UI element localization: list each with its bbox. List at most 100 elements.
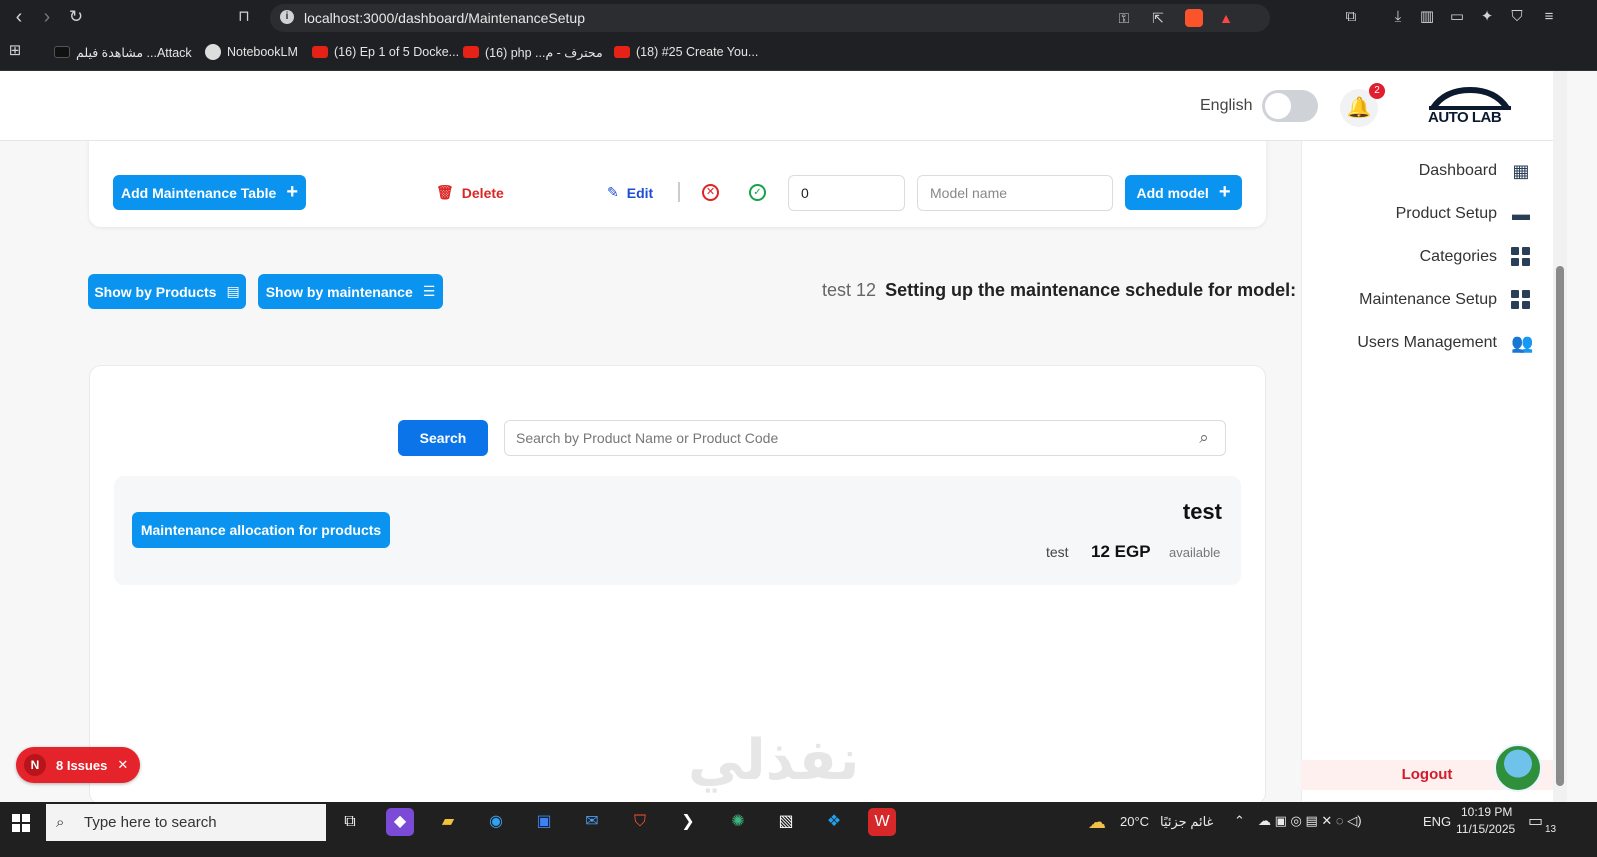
weather-temp: 20°C bbox=[1120, 814, 1150, 829]
windows-taskbar: ⌕ Type here to search ⧉ ◆ ▰ ◉ ▣ ✉ ⛉ ❯ ✺ … bbox=[0, 802, 1597, 857]
avatar[interactable] bbox=[1494, 744, 1542, 792]
number-input[interactable]: 0 bbox=[788, 175, 905, 211]
issues-badge[interactable]: N 8 Issues ✕ bbox=[16, 747, 140, 783]
weather-icon: ☁ bbox=[1088, 812, 1106, 832]
nextjs-icon: N bbox=[24, 754, 46, 776]
bookmark-icon[interactable]: ⊓ bbox=[234, 7, 254, 27]
share-icon[interactable]: ⇱ bbox=[1150, 10, 1166, 26]
back-icon[interactable]: ‹ bbox=[9, 7, 29, 27]
logo-text: AUTO LAB bbox=[1428, 109, 1502, 126]
sidebar-toggle-icon[interactable]: ▥ bbox=[1418, 8, 1436, 26]
product-code: test bbox=[1046, 544, 1069, 560]
vscode-icon[interactable]: ❖ bbox=[820, 808, 848, 836]
model-value: test 12 bbox=[822, 280, 877, 300]
language-toggle[interactable] bbox=[1262, 90, 1318, 122]
add-maintenance-table-button[interactable]: Add Maintenance Table + bbox=[113, 175, 306, 210]
plus-icon: + bbox=[1218, 181, 1231, 203]
windows-start-icon[interactable] bbox=[12, 814, 30, 832]
grid-icon bbox=[1511, 247, 1531, 267]
sidebar-item-label: Users Management bbox=[1357, 334, 1497, 351]
menu-icon[interactable]: ≡ bbox=[1540, 8, 1558, 26]
bookmark-item[interactable]: (18) #25 Create You... bbox=[614, 43, 758, 61]
key-icon[interactable]: ⚿ bbox=[1116, 10, 1132, 26]
sidebar-item-categories[interactable]: Categories bbox=[1420, 245, 1531, 269]
product-status: available bbox=[1169, 545, 1221, 560]
brave-icon[interactable]: ⛉ bbox=[626, 808, 654, 836]
brave-rewards-icon[interactable]: ▲ bbox=[1218, 10, 1234, 26]
sidebar-item-label: Dashboard bbox=[1418, 162, 1497, 179]
trash-icon: 🗑 bbox=[436, 184, 454, 200]
bookmark-item[interactable]: مشاهدة فيلم ...Attack bbox=[54, 43, 192, 61]
dashboard-icon: ▦ bbox=[1512, 161, 1530, 181]
maintenance-allocation-button[interactable]: Maintenance allocation for products bbox=[132, 512, 390, 548]
tray-icons[interactable]: ☁ ▣ ◎ ▤ ✕ ◌ ◁) bbox=[1258, 813, 1362, 829]
search-button[interactable]: Search bbox=[398, 420, 488, 456]
close-icon[interactable]: ✕ bbox=[117, 757, 128, 773]
wps-icon[interactable]: W bbox=[868, 808, 896, 836]
browser-toolbar: ‹ › ↻ ⊓ i localhost:3000/dashboard/Maint… bbox=[0, 0, 1597, 34]
language-label: English bbox=[1200, 97, 1253, 114]
clock-date[interactable]: 11/15/2025 bbox=[1456, 822, 1515, 836]
edit-button[interactable]: ✎ Edit bbox=[607, 184, 653, 201]
delete-button[interactable]: 🗑 Delete bbox=[436, 184, 504, 201]
screenshot-icon[interactable]: ⧉ bbox=[1342, 8, 1360, 26]
list-icon: ☰ bbox=[422, 283, 436, 299]
divider bbox=[678, 182, 680, 202]
issues-label: 8 Issues bbox=[56, 757, 108, 773]
leo-ai-icon[interactable]: ✦ bbox=[1478, 8, 1496, 26]
clock-time[interactable]: 10:19 PM bbox=[1461, 805, 1512, 819]
bookmark-item[interactable]: NotebookLM bbox=[205, 43, 298, 61]
terminal-icon[interactable]: ❯ bbox=[674, 808, 702, 836]
chatgpt-icon[interactable]: ✺ bbox=[724, 808, 752, 836]
model-name-input[interactable]: Model name bbox=[917, 175, 1113, 211]
copilot-icon[interactable]: ◆ bbox=[386, 808, 414, 836]
task-view-icon[interactable]: ⧉ bbox=[336, 808, 364, 836]
sidebar-item-maintenance-setup[interactable]: Maintenance Setup bbox=[1359, 288, 1531, 312]
scrollbar-thumb[interactable] bbox=[1556, 266, 1564, 786]
sidebar-item-label: Product Setup bbox=[1395, 205, 1497, 222]
pencil-icon: ✎ bbox=[607, 184, 619, 200]
store-icon[interactable]: ▣ bbox=[530, 808, 558, 836]
address-bar[interactable]: i localhost:3000/dashboard/MaintenanceSe… bbox=[270, 4, 1270, 32]
reload-icon[interactable]: ↻ bbox=[66, 7, 86, 27]
show-by-products-button[interactable]: Show by Products ▤ bbox=[88, 274, 246, 309]
show-by-maintenance-button[interactable]: Show by maintenance ☰ bbox=[258, 274, 443, 309]
search-input[interactable]: Search by Product Name or Product Code bbox=[504, 420, 1226, 456]
app-header: English 🔔 2 AUTO LAB bbox=[0, 71, 1553, 141]
sidebar-item-product-setup[interactable]: Product Setup ▬ bbox=[1396, 202, 1531, 226]
chevron-up-icon[interactable]: ⌃ bbox=[1234, 813, 1245, 829]
bookmark-item[interactable]: (16) Ep 1 of 5 Docke... bbox=[312, 43, 459, 61]
language-indicator[interactable]: ENG bbox=[1423, 814, 1451, 829]
site-info-icon[interactable]: i bbox=[280, 10, 294, 24]
add-model-button[interactable]: Add model + bbox=[1125, 175, 1242, 210]
notification-count: 13 bbox=[1545, 824, 1557, 835]
outlook-icon[interactable]: ✉ bbox=[578, 808, 606, 836]
vpn-icon[interactable]: ⛉ bbox=[1508, 8, 1526, 26]
watermark-text: نفذلي bbox=[688, 728, 860, 793]
bookmark-item[interactable]: (16) php ...محترف - م bbox=[463, 43, 603, 61]
product-name: test bbox=[1182, 499, 1222, 524]
sidebar-item-users-management[interactable]: Users Management 👥 bbox=[1357, 331, 1534, 355]
page-title: test 12 Setting up the maintenance sched… bbox=[822, 280, 1296, 301]
wallet-icon[interactable]: ▭ bbox=[1448, 8, 1466, 26]
edge-icon[interactable]: ◉ bbox=[482, 808, 510, 836]
forward-icon[interactable]: › bbox=[37, 7, 57, 27]
apps-icon[interactable]: ⊞ bbox=[6, 42, 24, 60]
sidebar-item-dashboard[interactable]: Dashboard ▦ bbox=[1419, 159, 1531, 183]
taskbar-search[interactable]: ⌕ Type here to search bbox=[46, 804, 326, 841]
search-icon: ⌕ bbox=[1199, 428, 1209, 447]
users-icon: 👥 bbox=[1511, 333, 1534, 353]
sidebar-item-label: Categories bbox=[1419, 248, 1497, 265]
notification-center-icon[interactable]: ▭ bbox=[1528, 811, 1543, 831]
sidebar-item-label: Maintenance Setup bbox=[1359, 291, 1497, 308]
check-circle-icon[interactable]: ✓ bbox=[749, 184, 766, 201]
box-icon: ▬ bbox=[1512, 204, 1530, 224]
scrollbar[interactable] bbox=[1553, 71, 1567, 802]
page-title-text: Setting up the maintenance schedule for … bbox=[885, 280, 1297, 300]
brave-shield-icon[interactable] bbox=[1185, 9, 1203, 27]
cancel-circle-icon[interactable]: ✕ bbox=[702, 184, 719, 201]
taskbar-search-text: Type here to search bbox=[84, 814, 217, 831]
file-explorer-icon[interactable]: ▰ bbox=[434, 808, 462, 836]
app-icon[interactable]: ▧ bbox=[772, 808, 800, 836]
download-icon[interactable]: ⤓ bbox=[1389, 8, 1407, 26]
